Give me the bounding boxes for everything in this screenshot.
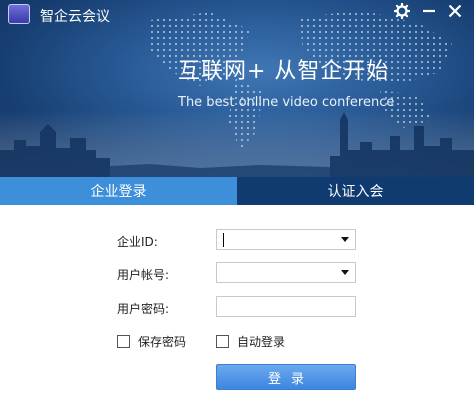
password-field[interactable] [216,296,356,317]
text-caret [223,233,224,247]
enterprise-id-combobox[interactable] [216,229,356,250]
title-bar[interactable]: 智企云会议 [0,0,474,30]
login-tabs: 企业登录 认证入会 [0,177,474,205]
checkbox-box[interactable] [216,335,229,348]
minimize-icon[interactable] [419,2,439,20]
login-button[interactable]: 登录 [216,364,356,390]
tab-authenticated-join[interactable]: 认证入会 [237,177,474,205]
enterprise-id-label: 企业ID: [117,235,158,249]
tab-enterprise-login[interactable]: 企业登录 [0,177,237,205]
remember-password-checkbox[interactable]: 保存密码 [117,333,186,350]
remember-password-label: 保存密码 [138,335,187,349]
banner-slogan: 互联网+ 从智企开始 [178,59,390,84]
banner-subslogan: The best online video conference [178,95,395,110]
close-icon[interactable] [445,2,465,20]
dropdown-arrow-icon[interactable] [341,270,349,275]
username-label: 用户帐号: [117,268,170,282]
header-banner: 智企云会议 互联网+ 从智企开始 The best online video c… [0,0,474,177]
gear-icon[interactable] [392,2,412,20]
window-title: 智企云会议 [40,9,110,25]
password-input[interactable] [217,297,355,316]
auto-login-label: 自动登录 [237,335,286,349]
app-logo-icon [8,4,30,24]
username-combobox[interactable] [216,262,356,283]
password-label: 用户密码: [117,302,170,316]
auto-login-checkbox[interactable]: 自动登录 [216,333,285,350]
dropdown-arrow-icon[interactable] [341,237,349,242]
checkbox-box[interactable] [117,335,130,348]
